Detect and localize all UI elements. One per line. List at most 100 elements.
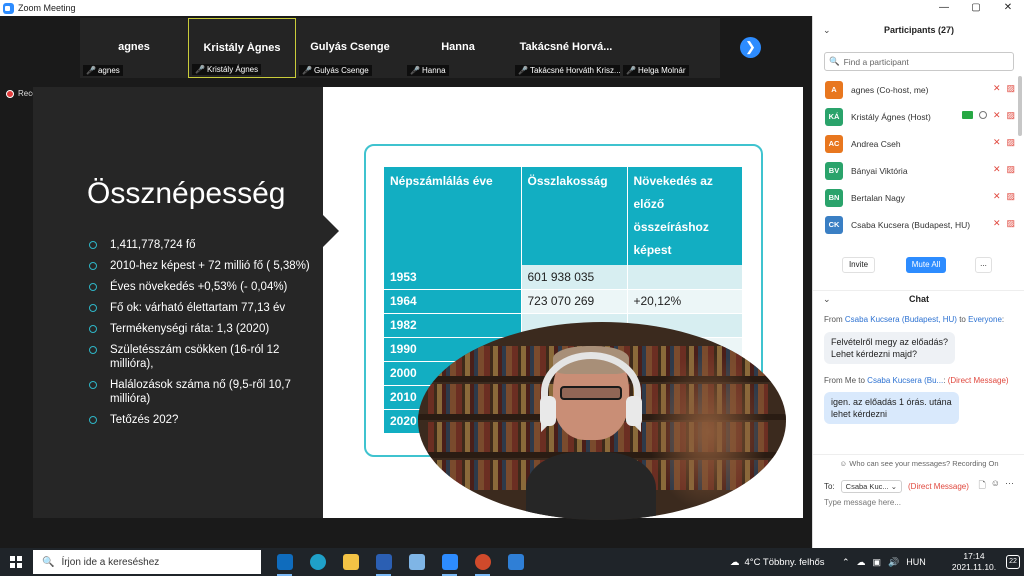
to-label: To: (824, 481, 835, 491)
minimize-icon[interactable]: — (928, 0, 960, 16)
participant-name: Kristály Ágnes (Host) (851, 111, 931, 122)
mic-muted-icon: 🎤 (302, 66, 312, 75)
slide-bullet: Termékenységi ráta: 1,3 (2020) (89, 322, 311, 336)
table-cell: 723 070 269 (521, 289, 628, 314)
next-page-button[interactable]: ❯ (740, 37, 761, 58)
taskbar-clock[interactable]: 17:14 2021.11.10. (944, 551, 1004, 573)
video-thumbnail-active-speaker[interactable]: Kristály Ágnes 🎤 Kristály Ágnes (188, 18, 296, 78)
participant-name: Csaba Kucsera (Budapest, HU) (851, 219, 971, 230)
emoji-icon[interactable]: ☺ (991, 478, 1000, 494)
lamp-glow (648, 352, 768, 512)
presenter-webcam-overlay[interactable] (418, 322, 786, 520)
zoom-icon[interactable] (433, 548, 466, 576)
chat-visibility-notice[interactable]: ☺ Who can see your messages? Recording O… (813, 454, 1024, 468)
chat-recipient-row: To: Csaba Kuc... ⌄ (Direct Message) 🗋 ☺ ⋯ (824, 478, 1014, 494)
meta-suffix: : (1001, 315, 1005, 324)
collapse-chevron-icon[interactable]: ⌄ (823, 291, 831, 307)
video-off-icon: ▨ (1006, 218, 1015, 228)
clock-date: 2021.11.10. (951, 562, 997, 572)
chevron-up-icon[interactable]: ⌃ (842, 557, 850, 568)
thumbnail-display-name: Hanna (441, 41, 475, 53)
participant-status-icons: ✕ ▨ (993, 164, 1015, 175)
close-icon[interactable]: ✕ (992, 0, 1024, 16)
taskbar-search-box[interactable]: 🔍 Írjon ide a kereséshez (33, 550, 261, 574)
participant-actions: Invite Mute All ... (813, 256, 1024, 276)
video-thumbnail[interactable]: Takácsné Horvá... 🎤 Takácsné Horváth Kris… (512, 18, 624, 78)
participant-row[interactable]: AC Andrea Cseh ✕ ▨ (813, 130, 1017, 157)
outlook-icon[interactable] (268, 548, 301, 576)
mic-muted-icon: 🎤 (626, 66, 636, 75)
avatar: CK (825, 215, 843, 234)
video-thumbnail[interactable]: Hanna 🎤 Hanna (404, 18, 512, 78)
table-cell-year: 1953 (384, 265, 522, 290)
edge-icon[interactable] (301, 548, 334, 576)
meta-to-prefix: to (858, 376, 865, 385)
chat-message-line: Lehet kérdezni majd? (831, 349, 918, 359)
participant-row[interactable]: KÁ Kristály Ágnes (Host) ✕ ▨ (813, 103, 1017, 130)
video-thumbnail[interactable]: 🎤 Helga Molnár (620, 18, 720, 78)
participant-search-input[interactable]: 🔍 Find a participant (824, 52, 1014, 71)
video-off-icon: ▨ (1006, 110, 1015, 120)
file-explorer-icon[interactable] (334, 548, 367, 576)
windows-start-icon[interactable] (10, 556, 22, 568)
participant-status-icons: ✕ ▨ (993, 137, 1015, 148)
word-icon[interactable] (367, 548, 400, 576)
onedrive-icon[interactable]: ☁ (857, 557, 866, 568)
participant-name: Bertalan Nagy (851, 192, 905, 203)
participant-name: agnes (Co-host, me) (851, 84, 929, 95)
file-icon[interactable]: 🗋 (979, 478, 986, 494)
more-options-button[interactable]: ... (975, 257, 992, 273)
mute-all-button[interactable]: Mute All (906, 257, 946, 273)
thumbnail-name-label: 🎤 agnes (83, 65, 123, 76)
participants-header: ⌄ Participants (27) (813, 16, 1024, 44)
meta-sender[interactable]: Csaba Kucsera (Budapest, HU) (845, 315, 957, 324)
chat-message-line: lehet kérdezni (831, 409, 888, 419)
notification-center-icon[interactable]: 22 (1006, 555, 1020, 569)
more-icon[interactable]: ⋯ (1005, 478, 1014, 494)
media-player-icon[interactable] (499, 548, 532, 576)
participant-row[interactable]: BV Bányai Viktória ✕ ▨ (813, 157, 1017, 184)
participant-row[interactable]: BN Bertalan Nagy ✕ ▨ (813, 184, 1017, 211)
notepad-icon[interactable] (400, 548, 433, 576)
invite-button[interactable]: Invite (842, 257, 875, 273)
avatar: BV (825, 161, 843, 180)
meta-from-prefix: From (824, 376, 843, 385)
video-thumbnail-strip: agnes 🎤 agnes Kristály Ágnes 🎤 Kristály Ág… (0, 16, 812, 80)
recipient-select[interactable]: Csaba Kuc... ⌄ (840, 479, 903, 493)
window-controls: — ▢ ✕ (928, 0, 1024, 16)
video-thumbnail[interactable]: Gulyás Csenge 🎤 Gulyás Csenge (296, 18, 404, 78)
meta-recipient[interactable]: Everyone (968, 315, 1002, 324)
volume-icon[interactable]: 🔊 (888, 557, 899, 568)
meta-recipient[interactable]: Csaba Kucsera (Bu... (867, 376, 943, 385)
chat-message-bubble: Felvételről megy az előadás? Lehet kérde… (824, 332, 956, 364)
participant-row[interactable]: CK Csaba Kucsera (Budapest, HU) ✕ ▨ (813, 211, 1017, 238)
chat-message-input[interactable]: Type message here... (824, 498, 901, 507)
collapse-chevron-icon[interactable]: ⌄ (823, 16, 831, 44)
network-icon[interactable]: ▣ (873, 557, 882, 568)
video-thumbnail[interactable]: agnes 🎤 agnes (80, 18, 188, 78)
direct-message-tag: (Direct Message) (947, 376, 1009, 385)
input-language[interactable]: HUN (906, 557, 926, 567)
thumbnail-label-text: Hanna (421, 66, 446, 75)
table-cell-year: 1982 (384, 313, 522, 338)
thumbnail-name-label: 🎤 Takácsné Horváth Krisz... (515, 65, 624, 76)
slide-bullet: Halálozások száma nő (9,5-ről 10,7 milli… (89, 378, 311, 406)
participant-name: Andrea Cseh (851, 138, 901, 149)
zoom-logo-icon (3, 2, 14, 14)
mic-muted-icon: ✕ (992, 110, 1001, 120)
chat-tools: 🗋 ☺ ⋯ (979, 478, 1014, 494)
participant-list-scrollbar[interactable] (1018, 76, 1022, 136)
table-row: 1964 723 070 269 +20,12% (384, 289, 743, 314)
powerpoint-icon[interactable] (466, 548, 499, 576)
slide-bullet: Születésszám csökken (16-ról 12 millióra… (89, 343, 311, 371)
system-tray: ⌃ ☁ ▣ 🔊 HUN (842, 548, 926, 576)
slide-bullet: 2010-hez képest + 72 millió fő ( 5,38%) (89, 259, 311, 273)
weather-widget[interactable]: ☁ 4°C Többny. felhős (730, 548, 825, 576)
participant-row[interactable]: A agnes (Co-host, me) ✕ ▨ (813, 76, 1017, 103)
taskbar-apps (268, 548, 532, 576)
avatar: A (825, 80, 843, 99)
thumbnail-name-label: 🎤 Gulyás Csenge (299, 65, 372, 76)
window-titlebar: Zoom Meeting — ▢ ✕ (0, 0, 1024, 16)
maximize-icon[interactable]: ▢ (960, 0, 992, 16)
thumbnail-label-text: agnes (97, 66, 120, 75)
